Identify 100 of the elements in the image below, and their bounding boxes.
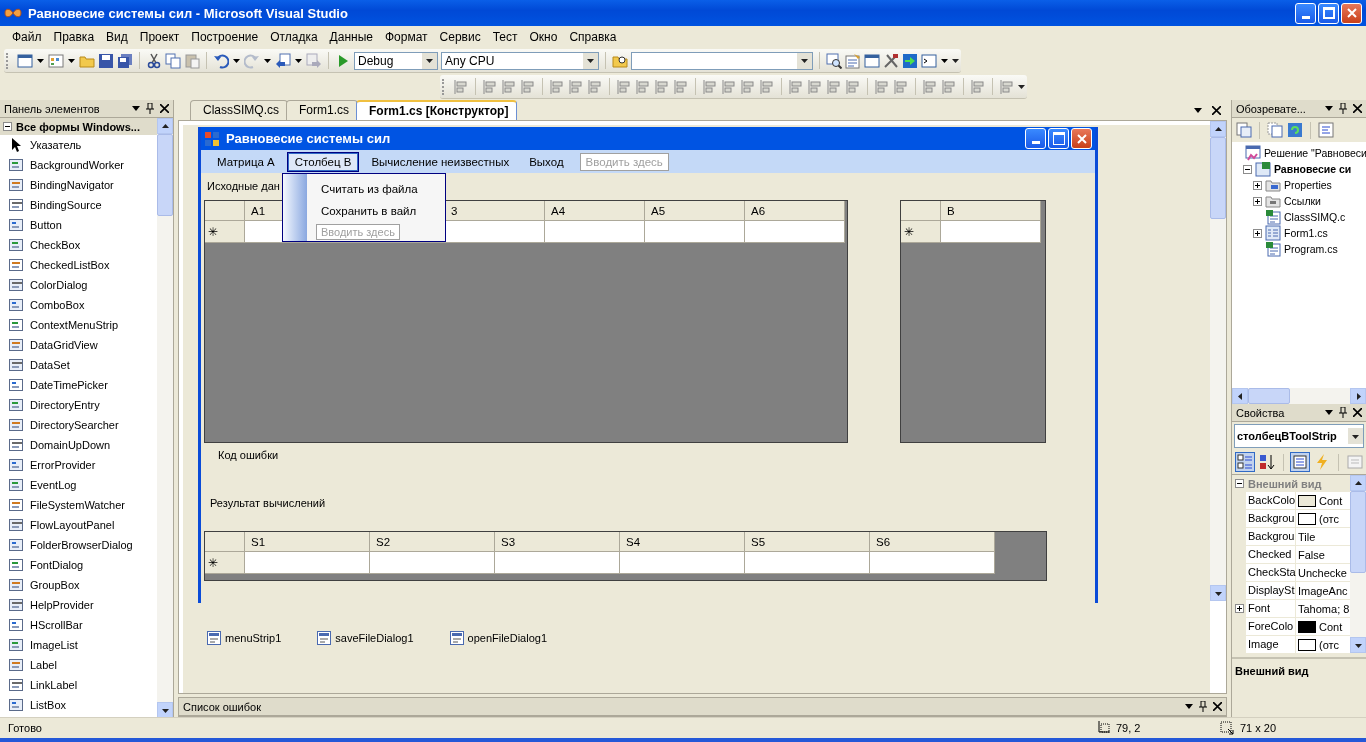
- menu-item[interactable]: Данные: [323, 28, 379, 46]
- toolbox-item[interactable]: ColorDialog: [0, 275, 157, 295]
- component-tray-item[interactable]: menuStrip1: [207, 631, 282, 645]
- menu-item[interactable]: Тест: [486, 28, 524, 46]
- tree-item[interactable]: Равновесие си: [1274, 163, 1352, 175]
- toolbox-item[interactable]: DataGridView: [0, 335, 157, 355]
- column-header: A6: [745, 201, 845, 221]
- new-row-marker: ✳: [205, 552, 245, 574]
- property-name: Checked: [1246, 546, 1296, 563]
- editor-tab[interactable]: Form1.cs: [286, 100, 359, 120]
- toolbox-item[interactable]: HScrollBar: [0, 615, 157, 635]
- property-value[interactable]: Cont: [1319, 620, 1343, 633]
- property-name: DisplaySt: [1246, 582, 1296, 599]
- toolbox-item[interactable]: ImageList: [0, 635, 157, 655]
- toolbox-item[interactable]: BindingNavigator: [0, 175, 157, 195]
- toolbox-item[interactable]: DomainUpDown: [0, 435, 157, 455]
- panel-title: Панель элементов: [4, 102, 100, 115]
- component-tray-item[interactable]: saveFileDialog1: [317, 631, 414, 645]
- form-menu-item[interactable]: Вычисление неизвестных: [363, 151, 518, 172]
- toolbox-item[interactable]: BackgroundWorker: [0, 155, 157, 175]
- form-menu-item[interactable]: Столбец B: [286, 151, 360, 172]
- toolbox-item[interactable]: ListBox: [0, 695, 157, 715]
- column-header: A4: [545, 201, 645, 221]
- tree-item[interactable]: Properties: [1284, 179, 1332, 191]
- menu-item[interactable]: Файл: [6, 28, 48, 46]
- toolbox-item[interactable]: Button: [0, 215, 157, 235]
- status-text: Готово: [8, 722, 43, 734]
- property-value[interactable]: Tile: [1298, 530, 1316, 543]
- tree-item[interactable]: Ссылки: [1284, 195, 1321, 207]
- toolbox-item[interactable]: LinkLabel: [0, 675, 157, 695]
- cursor-position: 79, 2: [1116, 722, 1141, 734]
- property-value[interactable]: (отс: [1319, 638, 1339, 651]
- tree-item[interactable]: Решение "Равновеси: [1264, 147, 1366, 159]
- toolbox-item[interactable]: FontDialog: [0, 555, 157, 575]
- property-name: ForeColo: [1246, 618, 1296, 635]
- column-header: A5: [645, 201, 745, 221]
- column-header: S4: [620, 532, 745, 552]
- property-value[interactable]: Tahoma; 8: [1298, 602, 1350, 615]
- property-value[interactable]: Unchecke: [1298, 566, 1347, 579]
- menu-item[interactable]: Отладка: [264, 28, 324, 46]
- editor-tab[interactable]: Form1.cs [Конструктор]: [356, 100, 518, 120]
- toolbox-item[interactable]: ComboBox: [0, 295, 157, 315]
- component-tray-item[interactable]: openFileDialog1: [449, 631, 548, 645]
- column-header: 3: [445, 201, 545, 221]
- form-label: Результат вычислений: [210, 497, 326, 509]
- configuration-dropdown[interactable]: Debug: [354, 51, 438, 70]
- toolbox-item[interactable]: ErrorProvider: [0, 455, 157, 475]
- property-value[interactable]: (отс: [1319, 512, 1339, 525]
- tree-item[interactable]: Form1.cs: [1284, 227, 1328, 239]
- toolbox-item[interactable]: BindingSource: [0, 195, 157, 215]
- toolbox-item[interactable]: ContextMenuStrip: [0, 315, 157, 335]
- toolbox-item[interactable]: EventLog: [0, 475, 157, 495]
- form-menu-item[interactable]: Выход: [521, 151, 572, 172]
- column-header: B: [941, 201, 1041, 221]
- toolbox-item[interactable]: CheckedListBox: [0, 255, 157, 275]
- property-name: Backgrou: [1246, 510, 1296, 527]
- panel-title: Обозревате...: [1236, 102, 1306, 115]
- property-value[interactable]: ImageAnc: [1298, 584, 1348, 597]
- editor-tab[interactable]: ClassSIMQ.cs: [190, 100, 288, 120]
- menu-item[interactable]: Вид: [100, 28, 134, 46]
- tree-item[interactable]: ClassSIMQ.c: [1284, 211, 1346, 223]
- menu-item[interactable]: Формат: [378, 28, 434, 46]
- menu-item[interactable]: Правка: [47, 28, 101, 46]
- tree-item[interactable]: Program.cs: [1284, 243, 1338, 255]
- toolbox-item[interactable]: FolderBrowserDialog: [0, 535, 157, 555]
- toolbox-item[interactable]: Label: [0, 655, 157, 675]
- toolbox-item[interactable]: FileSystemWatcher: [0, 495, 157, 515]
- window-title: Равновесие системы сил - Microsoft Visual Studio: [28, 5, 349, 21]
- toolbox-item[interactable]: CheckBox: [0, 235, 157, 255]
- form-label: Код ошибки: [218, 449, 279, 461]
- toolbox-item[interactable]: HelpProvider: [0, 595, 157, 615]
- toolbox-group[interactable]: Все формы Windows...: [0, 118, 157, 135]
- menu-item[interactable]: Проект: [133, 28, 186, 46]
- menu-item[interactable]: Построение: [185, 28, 265, 46]
- toolbox-item[interactable]: Указатель: [0, 135, 157, 155]
- property-name: CheckSta: [1246, 564, 1296, 581]
- toolbox-item[interactable]: GroupBox: [0, 575, 157, 595]
- menu-item[interactable]: Справка: [563, 28, 623, 46]
- toolbox-item[interactable]: DataSet: [0, 355, 157, 375]
- new-row-marker: ✳: [205, 221, 245, 243]
- toolbox-item[interactable]: DirectoryEntry: [0, 395, 157, 415]
- property-value[interactable]: False: [1298, 548, 1325, 561]
- form-menu-item[interactable]: Матрица A: [209, 151, 283, 172]
- selection-size: 71 x 20: [1240, 722, 1277, 734]
- column-header: S1: [245, 532, 370, 552]
- toolbox-item[interactable]: DirectorySearcher: [0, 415, 157, 435]
- object-dropdown[interactable]: столбецBToolStrip: [1234, 424, 1364, 448]
- column-header: S3: [495, 532, 620, 552]
- property-name: Image: [1246, 636, 1296, 653]
- column-header: S6: [870, 532, 995, 552]
- toolbox-item[interactable]: FlowLayoutPanel: [0, 515, 157, 535]
- toolbox-item[interactable]: DateTimePicker: [0, 375, 157, 395]
- property-name: Font: [1246, 600, 1296, 617]
- property-value[interactable]: Cont: [1319, 494, 1343, 507]
- dropdown-menu-item[interactable]: Считать из файла: [317, 178, 418, 200]
- form-title: Равновесие системы сил: [226, 131, 392, 146]
- menu-item[interactable]: Сервис: [433, 28, 487, 46]
- column-header: S5: [745, 532, 870, 552]
- platform-dropdown[interactable]: Any CPU: [441, 51, 599, 70]
- menu-item[interactable]: Окно: [523, 28, 564, 46]
